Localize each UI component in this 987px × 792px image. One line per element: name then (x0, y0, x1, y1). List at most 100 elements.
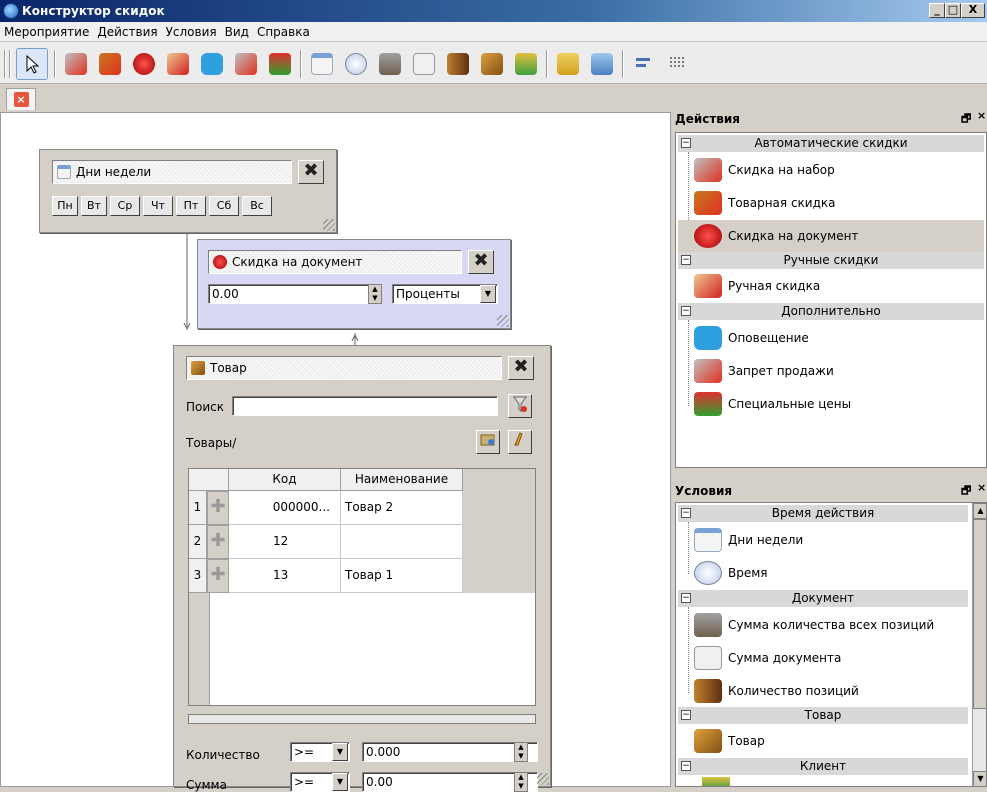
tree-item-product[interactable]: Товар (684, 725, 765, 757)
document-discount-icon[interactable] (128, 48, 160, 80)
tree-item-sale-ban[interactable]: Запрет продажи (684, 355, 834, 387)
horizontal-scrollbar[interactable] (188, 714, 536, 724)
cell-name[interactable]: Товар 1 (341, 559, 463, 593)
group-document[interactable]: − Документ (678, 590, 968, 607)
day-button-wed[interactable]: Ср (110, 196, 140, 216)
close-window-button[interactable]: X (961, 3, 985, 18)
grid-icon[interactable] (662, 48, 694, 80)
cell-code[interactable]: 000000... (229, 491, 341, 525)
day-button-thu[interactable]: Чт (143, 196, 173, 216)
scales-icon[interactable] (374, 48, 406, 80)
weekdays-icon[interactable] (306, 48, 338, 80)
menu-help[interactable]: Справка (253, 22, 314, 39)
cell-name[interactable] (341, 525, 463, 559)
search-input[interactable] (232, 396, 498, 416)
vertical-scrollbar[interactable]: ▲ ▼ (972, 503, 986, 786)
time-icon[interactable] (340, 48, 372, 80)
cell-name[interactable]: Товар 2 (341, 491, 463, 525)
document-discount-node[interactable]: Скидка на документ ✖ 0.00 ▲ ▼ Проценты ▼ (197, 239, 511, 329)
menu-event[interactable]: Мероприятие (0, 22, 93, 39)
group-time[interactable]: − Время действия (678, 505, 968, 522)
resize-grip[interactable] (323, 219, 335, 231)
sale-ban-icon[interactable] (230, 48, 262, 80)
plus-icon[interactable]: ✚ (207, 491, 229, 525)
group-product[interactable]: − Товар (678, 707, 968, 724)
menu-view[interactable]: Вид (221, 22, 253, 39)
save-icon[interactable] (586, 48, 618, 80)
group-auto-discounts[interactable]: − Автоматические скидки (678, 135, 984, 152)
tree-item-qty-sum[interactable]: Сумма количества всех позиций (684, 609, 934, 641)
row-number: 2 (189, 525, 207, 559)
chevron-down-icon[interactable]: ▼ (480, 285, 496, 303)
menu-actions[interactable]: Действия (93, 22, 161, 39)
set-discount-icon[interactable] (60, 48, 92, 80)
column-header-code[interactable]: Код (229, 469, 341, 491)
maximize-button[interactable]: □ (945, 3, 961, 18)
align-icon[interactable] (628, 48, 660, 80)
day-button-sun[interactable]: Вс (242, 196, 272, 216)
day-button-sat[interactable]: Сб (209, 196, 239, 216)
column-header-name[interactable]: Наименование (341, 469, 463, 491)
cell-code[interactable]: 12 (229, 525, 341, 559)
discount-value-spinner[interactable]: ▲ ▼ (368, 284, 382, 304)
tree-item-positions-count[interactable]: Количество позиций (684, 675, 859, 707)
product-icon[interactable] (476, 48, 508, 80)
discount-value-input[interactable]: 0.00 (208, 284, 382, 304)
row-number: 1 (189, 491, 207, 525)
remove-product-node-button[interactable]: ✖ (508, 356, 534, 380)
day-button-mon[interactable]: Пн (52, 196, 78, 216)
minimize-button[interactable]: _ (929, 3, 945, 18)
notification-icon[interactable] (196, 48, 228, 80)
weekdays-node[interactable]: Дни недели ✖ Пн Вт Ср Чт Пт Сб Вс (39, 149, 337, 233)
tree-item-weekdays[interactable]: Дни недели (684, 524, 803, 556)
sum-input[interactable]: 0.00 (362, 772, 538, 792)
resize-grip[interactable] (537, 773, 549, 785)
group-additional[interactable]: − Дополнительно (678, 303, 984, 320)
positions-icon[interactable] (442, 48, 474, 80)
product-node[interactable]: Товар ✖ Поиск Товары/ Код Наименование 1… (173, 345, 551, 792)
close-tab-button[interactable]: × (6, 88, 36, 110)
resize-grip[interactable] (497, 315, 509, 327)
tree-item-manual-discount[interactable]: Ручная скидка (684, 270, 820, 302)
group-client[interactable]: − Клиент (678, 758, 968, 775)
filter-clear-icon[interactable] (508, 394, 532, 418)
remove-weekdays-node-button[interactable]: ✖ (298, 160, 324, 184)
float-panel-icon[interactable]: 🗗 (961, 482, 971, 501)
chevron-down-icon[interactable]: ▼ (332, 773, 348, 791)
add-folder-icon[interactable] (476, 430, 500, 454)
special-prices-icon[interactable] (264, 48, 296, 80)
menu-conditions[interactable]: Условия (162, 22, 221, 39)
close-panel-icon[interactable]: × (977, 109, 986, 122)
sum-spinner[interactable]: ▲ ▼ (514, 772, 528, 792)
client-icon[interactable] (510, 48, 542, 80)
day-button-tue[interactable]: Вт (81, 196, 107, 216)
design-canvas[interactable]: Дни недели ✖ Пн Вт Ср Чт Пт Сб Вс Скидка… (0, 112, 671, 792)
sum-icon[interactable] (408, 48, 440, 80)
float-panel-icon[interactable]: 🗗 (961, 110, 971, 129)
group-manual-discounts[interactable]: − Ручные скидки (678, 252, 984, 269)
remove-discount-node-button[interactable]: ✖ (468, 250, 494, 274)
tree-item-special-prices[interactable]: Специальные цены (684, 388, 851, 420)
window-title: Конструктор скидок (22, 4, 165, 18)
chevron-down-icon[interactable]: ▼ (332, 743, 348, 761)
plus-icon[interactable]: ✚ (207, 559, 229, 593)
broom-icon[interactable] (508, 430, 532, 454)
goods-discount-icon[interactable] (94, 48, 126, 80)
cell-code[interactable]: 13 (229, 559, 341, 593)
quantity-input[interactable]: 0.000 (362, 742, 538, 762)
scrollbar-thumb[interactable] (973, 519, 986, 709)
tree-item-notification[interactable]: Оповещение (684, 322, 809, 354)
tree-item-goods-discount[interactable]: Товарная скидка (684, 187, 836, 219)
discount-node-header: Скидка на документ (208, 250, 462, 274)
manual-discount-icon[interactable] (162, 48, 194, 80)
pointer-icon[interactable] (16, 48, 48, 80)
plus-icon[interactable]: ✚ (207, 525, 229, 559)
tree-item-time[interactable]: Время (684, 557, 768, 589)
open-folder-icon[interactable] (552, 48, 584, 80)
day-button-fri[interactable]: Пт (176, 196, 206, 216)
tree-item-doc-sum[interactable]: Сумма документа (684, 642, 841, 674)
tree-item-document-discount[interactable]: Скидка на документ (678, 220, 984, 252)
tree-item-set-discount[interactable]: Скидка на набор (684, 154, 835, 186)
quantity-spinner[interactable]: ▲ ▼ (514, 742, 528, 762)
close-panel-icon[interactable]: × (977, 481, 986, 494)
